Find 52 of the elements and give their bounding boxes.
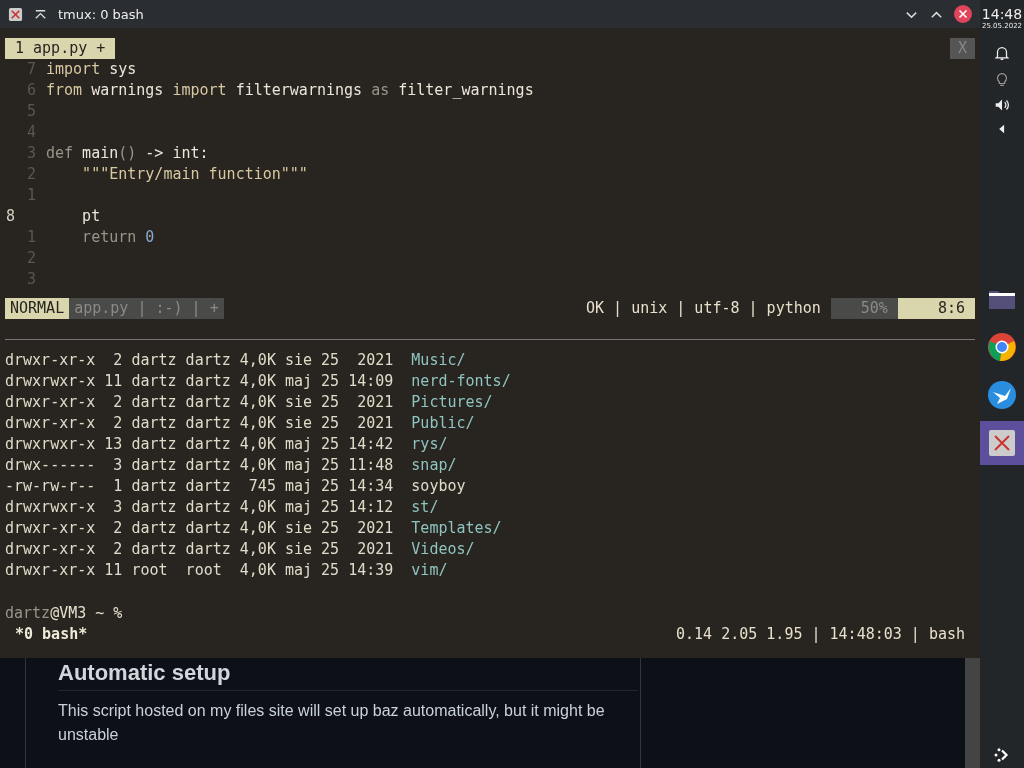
window-title: tmux: 0 bash [58, 6, 144, 22]
file-name: soyboy [411, 476, 466, 497]
scroll-percent: 50% [830, 298, 898, 319]
file-name: rys/ [411, 434, 448, 455]
file-name: Music/ [411, 350, 466, 371]
mode-indicator: NORMAL [5, 298, 70, 319]
file-attributes: drwxr-xr-x 2 dartz dartz 4,0K sie 25 2021 [5, 518, 394, 539]
file-info: app.py | :-) | + [69, 298, 224, 319]
bird-icon [987, 379, 1017, 410]
prompt-user: dartz [5, 603, 51, 624]
bell-icon[interactable] [993, 44, 1011, 62]
tmux-window[interactable]: *0 bash* [15, 624, 88, 645]
file-attributes: drwx------ 3 dartz dartz 4,0K maj 25 11:48 [5, 455, 394, 476]
file-attributes: drwxr-xr-x 2 dartz dartz 4,0K sie 25 2021 [5, 539, 394, 560]
line-number: 8 [5, 206, 17, 227]
file-attributes: drwxr-xr-x 2 dartz dartz 4,0K sie 25 2021 [5, 392, 394, 413]
code-line: import sys [46, 59, 137, 80]
file-attributes: drwxrwxr-x 13 dartz dartz 4,0K maj 25 14:42 [5, 434, 394, 455]
file-name: Pictures/ [411, 392, 493, 413]
file-attributes: drwxrwxr-x 3 dartz dartz 4,0K maj 25 14:12 [5, 497, 394, 518]
code-line: def main() -> int: [46, 143, 209, 164]
file-attributes: drwxr-xr-x 2 dartz dartz 4,0K sie 25 2021 [5, 350, 394, 371]
browser-icon [987, 331, 1017, 362]
code-line: """Entry/main function""" [81, 164, 308, 185]
tmux-status: 0.14 2.05 1.95 | 14:48:03 | bash [676, 624, 965, 645]
section-heading: Automatic setup [58, 660, 232, 686]
app-icon [987, 427, 1017, 458]
close-icon[interactable] [954, 5, 972, 23]
scrollbar[interactable] [965, 658, 980, 768]
file-name: vim/ [411, 560, 448, 581]
clock[interactable]: 14:48 [981, 6, 1023, 22]
file-name: Templates/ [411, 518, 502, 539]
file-attributes: drwxr-xr-x 11 root root 4,0K maj 25 14:39 [5, 560, 394, 581]
file-name: nerd-fonts/ [411, 371, 511, 392]
cursor-position: 8:6 [897, 298, 975, 319]
file-name: Public/ [411, 413, 475, 434]
file-attributes: -rw-rw-r-- 1 dartz dartz 745 maj 25 14:34 [5, 476, 394, 497]
file-name: snap/ [411, 455, 457, 476]
buffer-tab[interactable]: 1 app.py + [5, 38, 116, 59]
paragraph: This script hosted on my files site will set up baz automatically, but it might be unstable [58, 701, 606, 745]
code-line: return 0 [81, 227, 155, 248]
file-attributes: drwxr-xr-x 2 dartz dartz 4,0K sie 25 2021 [5, 413, 394, 434]
file-name: st/ [411, 497, 439, 518]
file-format: OK | unix | utf-8 | python [586, 298, 822, 319]
code-line: pt [81, 206, 101, 227]
file-name: Videos/ [411, 539, 475, 560]
prompt-host: @VM3 ~ % [50, 603, 123, 624]
app-icon [8, 6, 23, 22]
file-attributes: drwxrwxr-x 11 dartz dartz 4,0K maj 25 14:09 [5, 371, 394, 392]
code-line: from warnings import filterwarnings as filter_warnings [46, 80, 534, 101]
launcher-icon[interactable] [993, 746, 1011, 764]
task-button[interactable] [980, 420, 1024, 465]
